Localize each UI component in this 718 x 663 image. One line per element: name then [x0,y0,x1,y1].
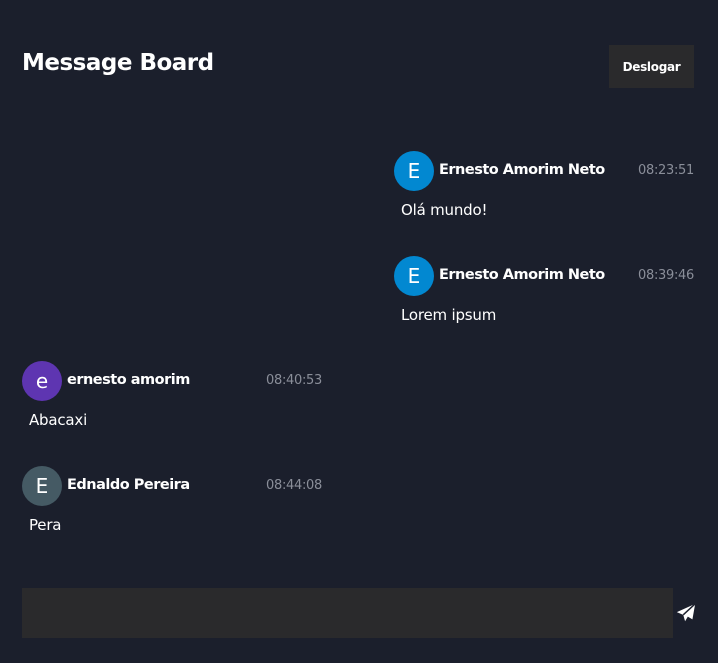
message-item: E Ernesto Amorim Neto 08:23:51 Olá mundo… [394,151,694,219]
message-header: E Ernesto Amorim Neto 08:23:51 [394,151,694,191]
message-time: 08:40:53 [266,373,322,388]
message-header: E Ernesto Amorim Neto 08:39:46 [394,256,694,296]
message-time: 08:39:46 [638,268,694,283]
send-button[interactable] [675,602,697,624]
message-header: e ernesto amorim 08:40:53 [22,361,322,401]
avatar: E [394,256,434,296]
message-text: Olá mundo! [401,201,488,219]
message-time: 08:44:08 [266,478,322,493]
page-title: Message Board [22,50,214,76]
avatar: E [394,151,434,191]
avatar: e [22,361,62,401]
message-text: Pera [29,516,62,534]
message-author: Ernesto Amorim Neto [439,162,605,178]
message-time: 08:23:51 [638,163,694,178]
message-item: e ernesto amorim 08:40:53 Abacaxi [22,361,322,429]
message-item: E Ednaldo Pereira 08:44:08 Pera [22,466,322,534]
message-text: Abacaxi [29,411,88,429]
avatar: E [22,466,62,506]
message-input[interactable] [22,588,673,638]
message-author: Ernesto Amorim Neto [439,267,605,283]
message-text: Lorem ipsum [401,306,497,324]
message-header: E Ednaldo Pereira 08:44:08 [22,466,322,506]
message-author: ernesto amorim [67,372,190,388]
message-author: Ednaldo Pereira [67,477,190,493]
message-item: E Ernesto Amorim Neto 08:39:46 Lorem ips… [394,256,694,324]
logout-button[interactable]: Deslogar [609,45,694,88]
send-icon [676,603,696,622]
